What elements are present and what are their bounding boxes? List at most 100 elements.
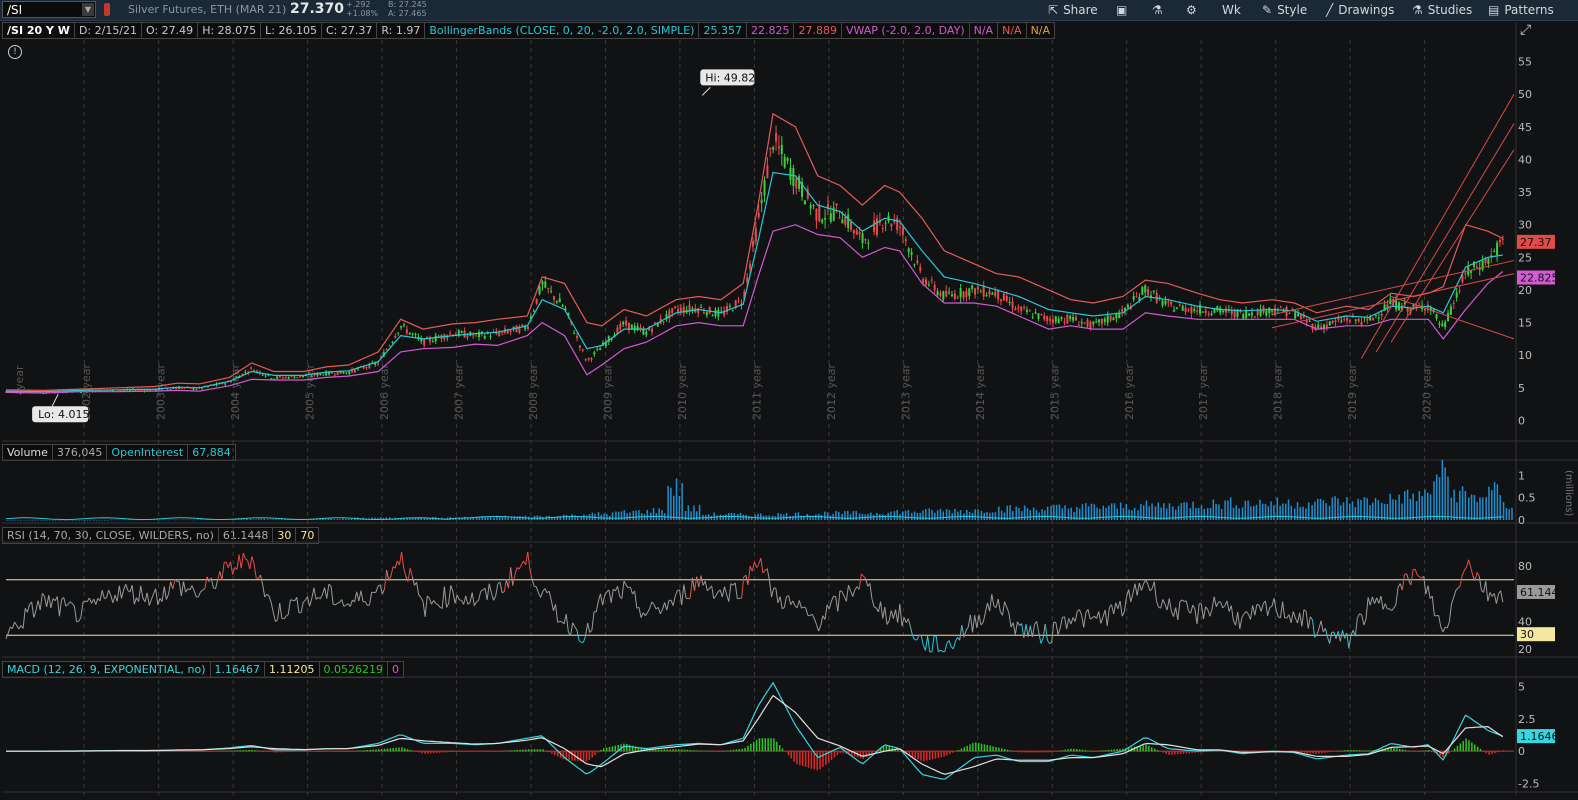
macd-histogram-bar [478, 751, 481, 752]
volume-label[interactable]: Volume [2, 444, 53, 461]
price-panel: Hi: 49.82Lo: 4.015 [5, 69, 1515, 423]
volume-bar [1386, 503, 1389, 520]
rsi-segment [1215, 601, 1219, 607]
macd-histogram-bar [277, 751, 279, 753]
volume-bar [304, 518, 307, 520]
patterns-button[interactable]: ▤ Patterns [1488, 2, 1554, 18]
volume-bar [249, 518, 252, 520]
rsi-segment [208, 577, 212, 582]
macd-histogram-bar [297, 751, 299, 752]
candle-body [379, 356, 382, 358]
rsi-segment [865, 578, 869, 587]
macd-label[interactable]: MACD (12, 26, 9, EXPONENTIAL, no) [2, 661, 211, 678]
candle-body [599, 348, 602, 351]
chart-settings-button[interactable]: ▣ [1116, 2, 1132, 18]
macd-histogram-bar [1361, 750, 1364, 752]
candle-body [1184, 307, 1187, 313]
rsi-segment [1010, 622, 1014, 628]
rsi-segment [1074, 611, 1078, 622]
rsi-segment [1493, 593, 1497, 604]
macd-histogram-bar [761, 738, 764, 752]
rsi-segment [144, 592, 148, 603]
lo-label: Lo: 4.015 [38, 408, 89, 421]
rsi-segment [860, 573, 864, 577]
macd-histogram-bar [69, 751, 71, 752]
drawings-button[interactable]: ╱ Drawings [1326, 2, 1394, 18]
alert-icon[interactable]: ! [8, 45, 22, 59]
style-button[interactable]: ✎ Style [1262, 2, 1307, 18]
volume-bar [1021, 511, 1023, 520]
symbol-input[interactable]: /SI ▼ [2, 1, 96, 18]
rsi-segment [1119, 600, 1123, 617]
open-interest-label[interactable]: OpenInterest [106, 444, 189, 461]
volume-bar [402, 518, 405, 520]
volume-bar [1264, 503, 1267, 520]
candle-body [1366, 318, 1369, 321]
chevron-down-icon[interactable]: ▼ [82, 3, 94, 16]
macd-histogram-bar [141, 751, 144, 752]
rsi-segment [148, 599, 152, 606]
macd-histogram-bar [1298, 751, 1300, 753]
bollinger-label[interactable]: BollingerBands (CLOSE, 0, 20, -2.0, 2.0,… [424, 22, 700, 39]
candle-body [1100, 318, 1103, 324]
volume-bar [794, 512, 797, 520]
candle-body [59, 390, 62, 392]
volume-bar [1447, 476, 1449, 520]
candle-body [77, 390, 80, 393]
vwap-label[interactable]: VWAP (-2.0, 2.0, DAY) [840, 22, 970, 39]
volume-bar [1305, 508, 1307, 520]
volume-bar [1012, 510, 1014, 520]
macd-histogram-bar [528, 749, 530, 752]
flag-icon[interactable] [104, 3, 110, 16]
macd-histogram-bar [522, 749, 524, 752]
rsi-segment [337, 601, 340, 604]
rsi-segment [792, 600, 796, 607]
candle-body [250, 367, 253, 369]
macd-histogram-bar [1251, 751, 1254, 752]
volume-bar [1113, 503, 1116, 520]
share-button[interactable]: ⇱ Share [1048, 2, 1098, 18]
aggregation-button[interactable]: Wk [1222, 2, 1241, 18]
date-value: D: 2/15/21 [73, 22, 143, 39]
timeframe-label[interactable]: /SI 20 Y W [2, 22, 75, 39]
rsi-segment [304, 596, 308, 601]
rsi-segment [698, 575, 702, 588]
last-price-tag: 27.37 [1520, 236, 1552, 249]
volume-bar [516, 516, 518, 520]
rsi-segment [354, 591, 358, 603]
rsi-segment [369, 592, 373, 606]
rsi-segment [771, 587, 775, 598]
candle-body [939, 292, 942, 296]
macd-histogram-bar [170, 750, 172, 752]
macd-histogram-bar [1476, 746, 1479, 752]
volume-bar [78, 520, 80, 521]
candle-body [746, 277, 749, 283]
rsi-segment [749, 565, 753, 572]
rsi-segment [262, 584, 266, 597]
studies-button[interactable]: ⚗ Studies [1412, 2, 1472, 18]
rsi-label[interactable]: RSI (14, 70, 30, CLOSE, WILDERS, no) [2, 527, 219, 544]
rsi-segment [1444, 626, 1448, 629]
rsi-segment [1123, 597, 1127, 612]
macd-histogram-bar [216, 750, 219, 752]
volume-bar [928, 508, 930, 520]
volume-bar [145, 519, 147, 521]
gear-button[interactable]: ⚙ [1186, 2, 1202, 18]
chart-canvas[interactable]: 2002 year 2003 year 2004 year 2005 year 2006… [0, 0, 1578, 800]
rsi-segment [856, 586, 860, 590]
macd-histogram-bar [1502, 750, 1505, 752]
expand-icon[interactable]: ⤢ [1520, 22, 1531, 38]
rsi-segment [1395, 587, 1399, 605]
flask-button[interactable]: ⚗ [1152, 2, 1168, 18]
macd-histogram-bar [349, 751, 351, 752]
macd-histogram-bar [187, 751, 190, 752]
volume-bar [902, 511, 904, 520]
rsi-segment [465, 595, 469, 605]
volume-bar [658, 508, 660, 520]
macd-histogram-bar [830, 751, 833, 760]
macd-histogram-bar [1110, 749, 1113, 752]
macd-histogram-bar [11, 751, 14, 752]
candle-body [1063, 321, 1066, 323]
candle-body [1173, 310, 1176, 312]
macd-histogram-bar [692, 750, 694, 752]
